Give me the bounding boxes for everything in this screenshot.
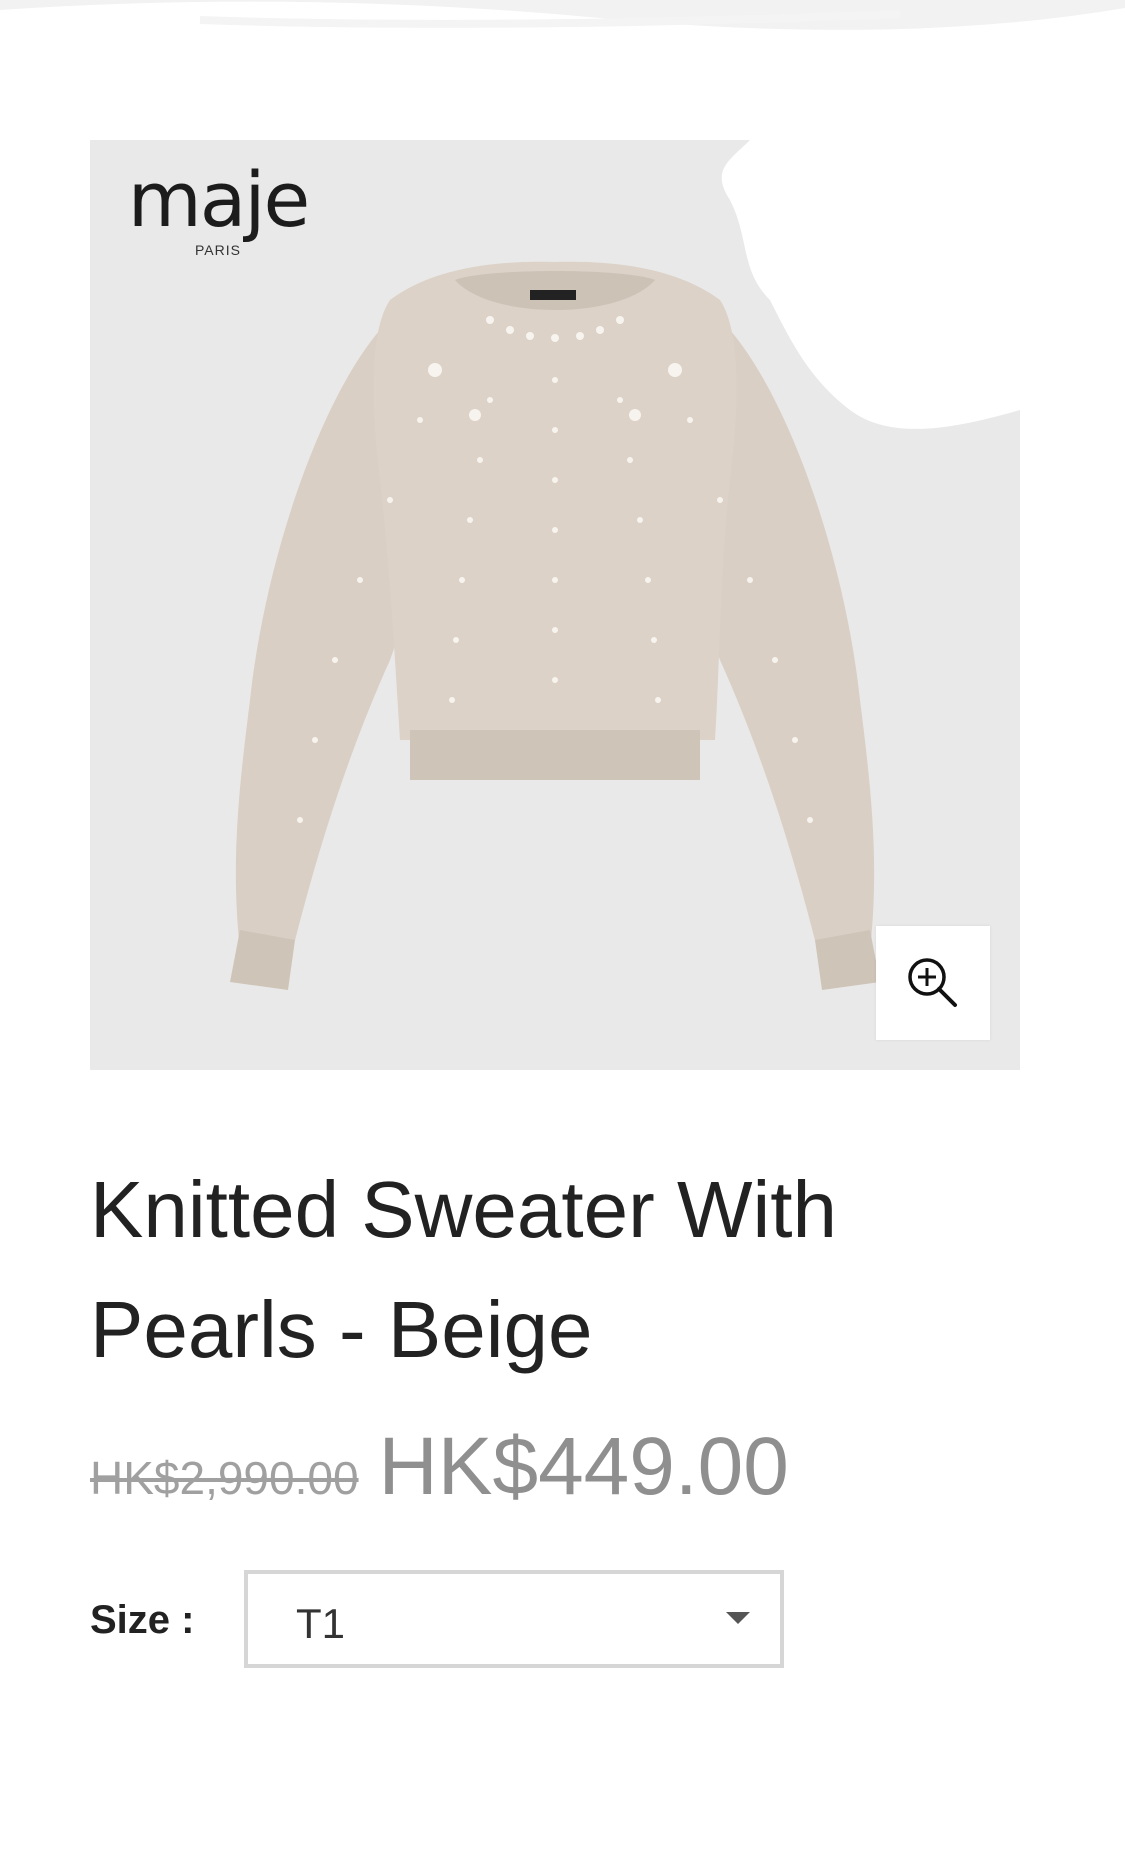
original-price: HK$2,990.00 [90,1452,359,1504]
brand-subtitle: PARIS [195,242,241,258]
zoom-button[interactable] [876,926,990,1040]
chevron-down-icon [726,1612,750,1624]
zoom-in-icon [908,958,957,1007]
product-title: Knitted Sweater With Pearls - Beige [90,1165,837,1374]
size-select[interactable]: T1 [244,1570,784,1668]
sale-price: HK$449.00 [378,1421,789,1512]
brand-name: maje [127,155,310,244]
product-image[interactable]: maje PARIS [90,140,1020,1070]
brand-logo: maje PARIS [118,155,318,259]
top-smear [0,0,1125,30]
size-label: Size : [90,1598,195,1642]
size-selected-value: T1 [296,1600,346,1647]
price-row: HK$2,990.00 HK$449.00 [90,1420,990,1520]
size-row: Size : T1 [90,1570,990,1674]
